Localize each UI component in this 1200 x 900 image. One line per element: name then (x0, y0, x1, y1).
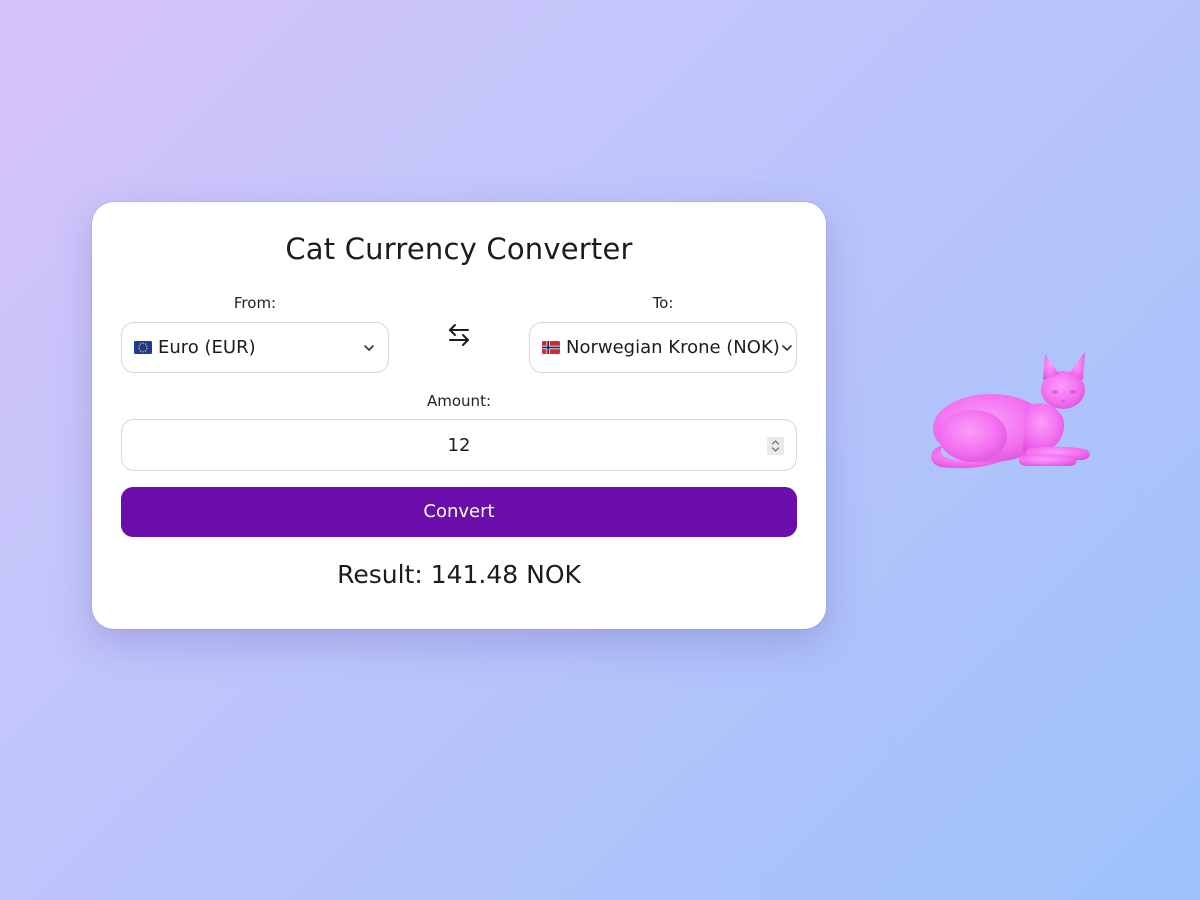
number-spinner-icon[interactable] (767, 437, 784, 455)
amount-input[interactable]: 12 (121, 419, 797, 471)
chevron-down-icon (781, 344, 792, 351)
chevron-down-icon (364, 344, 374, 351)
amount-value: 12 (447, 435, 471, 456)
page-title: Cat Currency Converter (285, 232, 633, 266)
eu-flag-icon (134, 341, 152, 354)
converter-card: Cat Currency Converter From: To: Euro (E… (92, 202, 826, 629)
to-label: To: (652, 294, 674, 312)
swap-arrows-icon[interactable] (444, 322, 474, 348)
norway-flag-icon (542, 341, 560, 354)
amount-label: Amount: (427, 392, 491, 410)
from-label: From: (233, 294, 277, 312)
convert-button[interactable]: Convert (121, 487, 797, 537)
pink-cat-figure (931, 352, 1090, 469)
to-currency-select[interactable]: Norwegian Krone (NOK) (529, 322, 797, 373)
from-currency-value: Euro (EUR) (158, 337, 256, 358)
to-currency-value: Norwegian Krone (NOK) (566, 337, 780, 358)
result-text: Result: 141.48 NOK (337, 560, 581, 589)
from-currency-select[interactable]: Euro (EUR) (121, 322, 389, 373)
